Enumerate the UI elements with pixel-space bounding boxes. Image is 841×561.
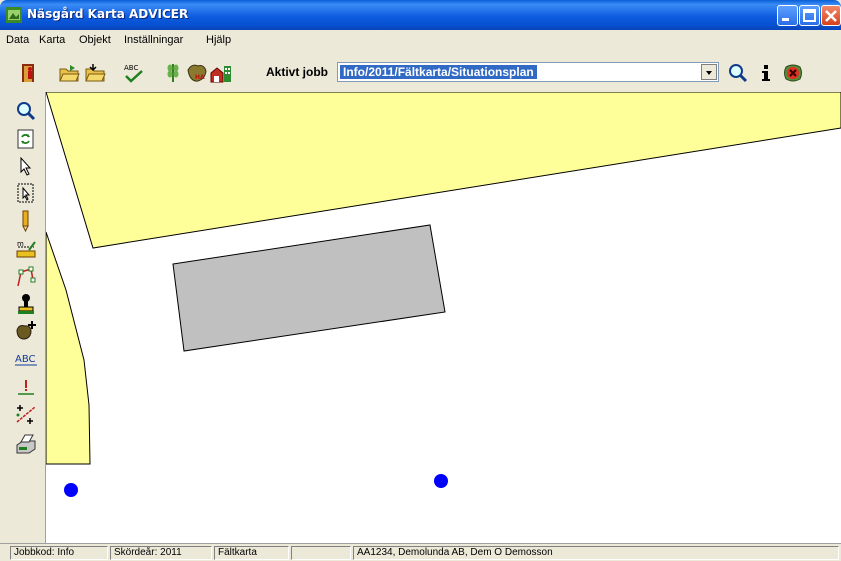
building-polygon[interactable] — [172, 224, 446, 352]
open-folder-icon[interactable] — [58, 62, 80, 84]
menu-installningar[interactable]: Inställningar — [124, 34, 183, 46]
status-jobbkod: Jobbkod: Info — [10, 546, 108, 560]
active-job-value: Info/2011/Fältkarta/Situationsplan — [340, 65, 537, 79]
close-job-icon[interactable] — [782, 62, 804, 84]
map-point-right[interactable] — [434, 474, 448, 488]
active-job-label: Aktivt jobb — [266, 65, 328, 79]
menu-bar: Data Karta Objekt Inställningar Hjälp — [0, 30, 841, 52]
info-icon[interactable] — [755, 62, 777, 84]
farm-buildings-icon[interactable] — [210, 62, 232, 84]
app-window: Näsgård Karta ADVICER Data Karta Objekt … — [0, 0, 841, 561]
spellcheck-icon[interactable]: ABC — [123, 62, 145, 84]
active-job-select[interactable]: Info/2011/Fältkarta/Situationsplan — [337, 62, 719, 82]
map-canvas[interactable] — [46, 92, 841, 543]
menu-hjalp[interactable]: Hjälp — [206, 34, 231, 46]
close-icon — [825, 10, 837, 22]
window-title: Näsgård Karta ADVICER — [27, 7, 189, 21]
select-pointer-icon[interactable] — [15, 155, 37, 177]
area-select-icon[interactable] — [15, 182, 37, 204]
stamp-tool-icon[interactable] — [15, 293, 37, 315]
status-empty-cell — [291, 546, 351, 560]
minimize-button[interactable] — [777, 5, 798, 26]
print-icon[interactable] — [15, 433, 37, 455]
left-toolbar: m ABC — [0, 92, 46, 543]
maximize-icon — [803, 9, 816, 22]
marker-pin-icon[interactable] — [15, 376, 37, 398]
split-line-icon[interactable] — [15, 403, 37, 425]
status-karta: Fältkarta — [214, 546, 289, 560]
zoom-icon[interactable] — [15, 100, 37, 122]
text-label-tool-icon[interactable]: ABC — [15, 350, 37, 368]
menu-karta[interactable]: Karta — [39, 34, 65, 46]
title-bar[interactable]: Näsgård Karta ADVICER — [0, 0, 841, 30]
refresh-icon[interactable] — [15, 128, 37, 150]
left-abc-text: ABC — [15, 354, 36, 365]
search-magnifier-icon[interactable] — [727, 62, 749, 84]
field-polygon-upper[interactable] — [46, 92, 841, 249]
exit-door-icon[interactable] — [18, 62, 40, 84]
menu-data[interactable]: Data — [6, 34, 29, 46]
chevron-down-icon — [706, 71, 712, 75]
close-button[interactable] — [821, 5, 841, 26]
edit-nodes-icon[interactable] — [15, 266, 37, 288]
save-folder-icon[interactable] — [84, 62, 106, 84]
status-owner: AA1234, Demolunda AB, Dem O Demosson — [353, 546, 839, 560]
pencil-draw-icon[interactable] — [15, 210, 37, 232]
field-polygon-left[interactable] — [46, 231, 91, 465]
toolbar-abc-text: ABC — [124, 64, 138, 72]
map-point-left[interactable] — [64, 483, 78, 497]
add-field-icon[interactable] — [15, 320, 37, 342]
job-dropdown-button[interactable] — [701, 64, 717, 80]
menu-objekt[interactable]: Objekt — [79, 34, 111, 46]
crop-plant-icon[interactable] — [162, 62, 184, 84]
toolbar-ha-text: HA — [195, 74, 205, 81]
measure-icon[interactable]: m — [15, 238, 37, 260]
main-toolbar: ABC HA Aktivt jobb Info/2011/Fältkarta/S… — [0, 52, 841, 92]
field-area-icon[interactable]: HA — [186, 62, 208, 84]
status-skordear: Skördeår: 2011 — [110, 546, 212, 560]
app-logo-icon — [6, 7, 22, 23]
minimize-icon — [782, 18, 789, 21]
maximize-button[interactable] — [799, 5, 820, 26]
status-bar: Jobbkod: Info Skördeår: 2011 Fältkarta A… — [0, 543, 841, 561]
map-drawing — [46, 92, 841, 497]
